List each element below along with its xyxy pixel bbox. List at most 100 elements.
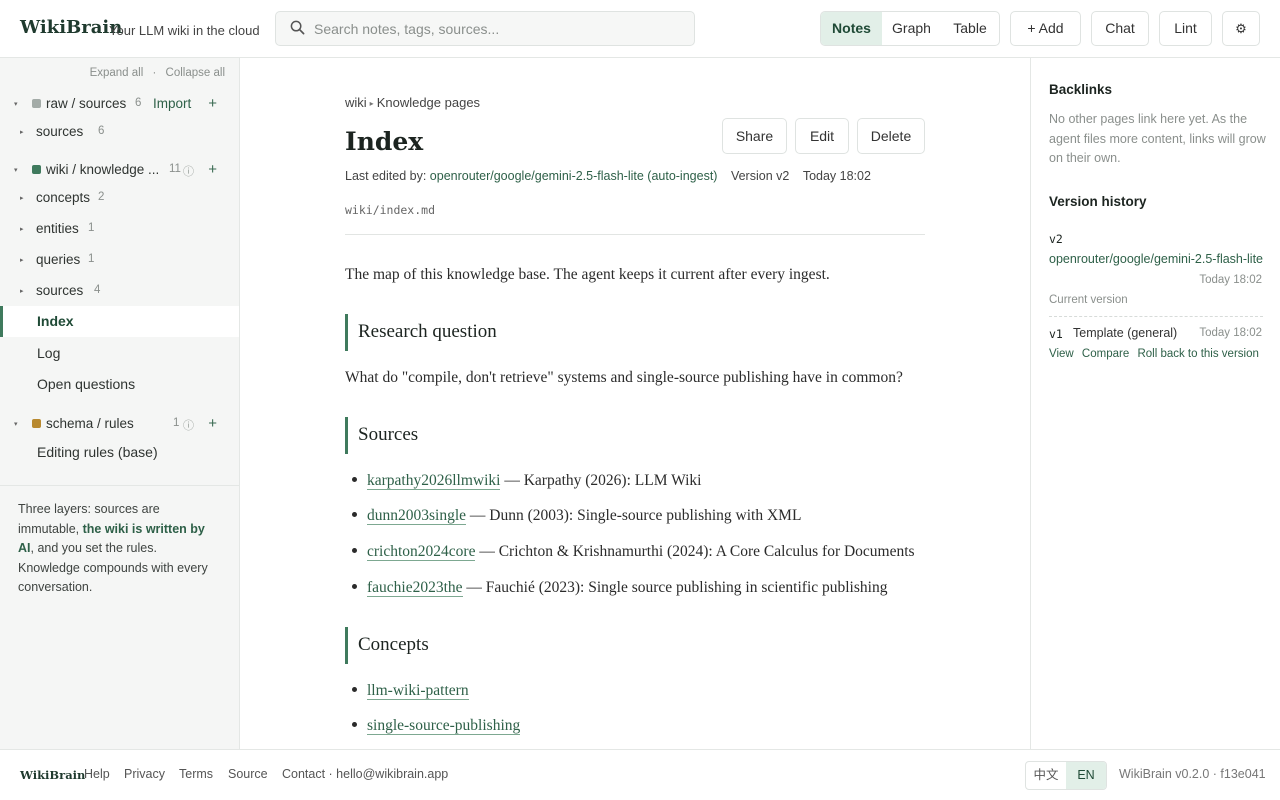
top-bar: WikiBrain Your LLM wiki in the cloud Not… [0,0,1280,58]
bullet-icon [352,584,357,589]
folder-concepts[interactable]: ▸ concepts 2 [0,184,239,212]
source-link[interactable]: crichton2024core [367,543,476,561]
list-item: single-source-publishing [352,717,521,735]
folder-entities[interactable]: ▸ entities 1 [0,215,239,243]
search-box[interactable] [275,11,695,46]
add-icon[interactable]: + [208,161,217,178]
settings-button[interactable]: ⚙ [1222,11,1260,46]
note-text: , and you set the rules. Knowledge compo… [18,541,208,594]
folder-label: sources [36,283,84,298]
info-icon[interactable]: ⓘ [183,417,194,433]
version-tag: v1 [1049,327,1063,341]
app-version: WikiBrain v0.2.0 · f13e041 [1119,767,1266,781]
page-index[interactable]: Index [37,313,74,329]
section-schema-rules[interactable]: ▾ schema / rules 1 ⓘ + [0,410,239,438]
expand-all-link[interactable]: Expand all [90,67,144,79]
section-count: 6 [135,97,142,109]
sidebar: Expand all · Collapse all ▾ raw / source… [0,58,240,749]
caret-right-icon[interactable]: ▸ [20,194,24,202]
section-wiki-knowledge[interactable]: ▾ wiki / knowledge ... 11 ⓘ + [0,156,239,184]
version-time: Today 18:02 [1199,327,1262,339]
breadcrumb: wiki ▸ Knowledge pages [345,95,480,110]
collapse-all-link[interactable]: Collapse all [166,67,225,79]
compare-version-link[interactable]: Compare [1082,348,1129,360]
caret-right-icon[interactable]: ▸ [20,256,24,264]
caret-right-icon[interactable]: ▸ [20,225,24,233]
caret-down-icon[interactable]: ▾ [14,166,18,174]
share-button[interactable]: Share [722,118,787,154]
folder-count: 1 [88,253,95,265]
view-notes-button[interactable]: Notes [821,12,882,45]
folder-label: concepts [36,190,91,205]
active-page-highlight [0,306,239,337]
search-input[interactable] [314,12,684,45]
list-item: fauchie2023the — Fauchié (2023): Single … [352,579,887,597]
version-tag: v2 [1049,232,1063,246]
footer-privacy-link[interactable]: Privacy [124,767,165,781]
add-button[interactable]: + Add [1010,11,1081,46]
section-raw-sources[interactable]: ▾ raw / sources 6 Import + [0,90,239,118]
footer-logo: WikiBrain [20,768,86,782]
meta-time: Today 18:02 [802,169,871,183]
source-link[interactable]: karpathy2026llmwiki [367,472,501,490]
concept-link[interactable]: single-source-publishing [367,717,521,735]
breadcrumb-leaf[interactable]: Knowledge pages [377,95,480,110]
footer-terms-link[interactable]: Terms [179,767,213,781]
add-icon[interactable]: + [208,95,217,112]
folder-queries[interactable]: ▸ queries 1 [0,246,239,274]
rollback-version-link[interactable]: Roll back to this version [1137,348,1258,360]
lang-zh-button[interactable]: 中文 [1026,762,1066,789]
source-link[interactable]: fauchie2023the [367,579,463,597]
caret-down-icon[interactable]: ▾ [14,420,18,428]
edit-button[interactable]: Edit [795,118,849,154]
breadcrumb-root[interactable]: wiki [345,95,367,110]
layer-color-icon [32,165,41,174]
lang-en-button[interactable]: EN [1066,762,1106,789]
heading-research-question: Research question [345,314,925,351]
gear-icon: ⚙ [1235,21,1247,36]
page-open-questions[interactable]: Open questions [37,376,135,392]
version-actions: View Compare Roll back to this version [1049,348,1259,360]
footer-source-link[interactable]: Source [228,767,268,781]
list-item: karpathy2026llmwiki — Karpathy (2026): L… [352,472,701,490]
version-history-title: Version history [1049,194,1147,209]
delete-button[interactable]: Delete [857,118,925,154]
source-desc: — Crichton & Krishnamurthi (2024): A Cor… [479,543,915,560]
version-time: Today 18:02 [1199,274,1262,286]
concept-link[interactable]: llm-wiki-pattern [367,682,469,700]
footer-help-link[interactable]: Help [84,767,110,781]
layer-color-icon [32,99,41,108]
section-label: raw / sources [46,96,127,111]
right-panel: Backlinks No other pages link here yet. … [1030,58,1280,749]
source-desc: — Dunn (2003): Single-source publishing … [469,507,802,524]
app-logo[interactable]: WikiBrain [20,17,122,38]
view-graph-button[interactable]: Graph [882,12,941,45]
caret-right-icon[interactable]: ▸ [20,287,24,295]
source-link[interactable]: dunn2003single [367,507,467,525]
chat-button[interactable]: Chat [1091,11,1149,46]
source-desc: — Karpathy (2026): LLM Wiki [504,472,702,489]
separator-dot: · [152,67,157,79]
meta-label: Last edited by: [345,169,427,183]
folder-count: 1 [88,222,95,234]
folder-count: 6 [98,125,105,137]
section-label: schema / rules [46,416,134,431]
footer-contact-link[interactable]: Contact · hello@wikibrain.app [282,767,448,781]
folder-sources-wiki[interactable]: ▸ sources 4 [0,277,239,305]
version-label: Template (general) [1073,326,1178,340]
caret-right-icon[interactable]: ▸ [20,128,24,136]
caret-down-icon[interactable]: ▾ [14,100,18,108]
import-button[interactable]: Import [153,96,191,111]
chevron-right-icon: ▸ [369,99,374,108]
meta-model: openrouter/google/gemini-2.5-flash-lite … [429,169,718,183]
info-icon[interactable]: ⓘ [183,163,194,179]
folder-sources[interactable]: ▸ sources 6 [0,118,239,146]
heading-sources: Sources [345,417,925,454]
view-version-link[interactable]: View [1049,348,1074,360]
page-log[interactable]: Log [37,345,60,361]
view-table-button[interactable]: Table [941,12,999,45]
folder-count: 2 [98,191,105,203]
lint-button[interactable]: Lint [1159,11,1212,46]
page-editing-rules[interactable]: Editing rules (base) [37,444,158,460]
add-icon[interactable]: + [208,415,217,432]
